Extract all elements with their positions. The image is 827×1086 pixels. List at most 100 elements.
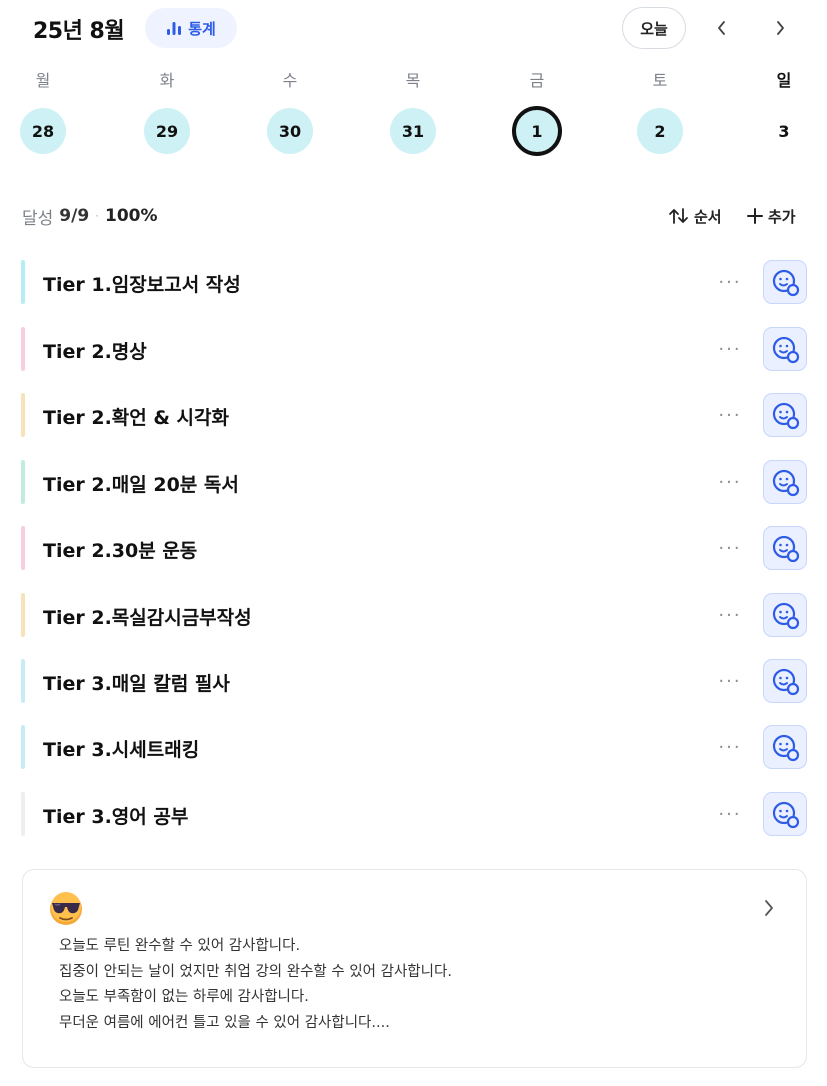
order-button[interactable]: 순서 <box>668 202 722 230</box>
routine-title[interactable]: Tier 2.확언 & 시각화 <box>43 403 229 430</box>
routine-item[interactable]: Tier 2.확언 & 시각화 ··· <box>0 391 827 439</box>
add-reaction-button[interactable] <box>763 659 807 703</box>
add-reaction-button[interactable] <box>763 260 807 304</box>
more-options-button[interactable]: ··· <box>712 599 748 631</box>
sort-arrows-icon <box>669 208 688 224</box>
day-name: 일 <box>776 71 792 90</box>
gratitude-line: 집중이 안되는 날이 었지만 취업 강의 완수할 수 있어 감사합니다. <box>59 963 452 980</box>
day-name: 목 <box>405 71 421 90</box>
add-reaction-button[interactable] <box>763 393 807 437</box>
gratitude-text: 오늘도 루틴 완수할 수 있어 감사합니다. 집중이 안되는 날이 었지만 취업… <box>59 934 452 1036</box>
header: 25년 8월 통계 오늘 <box>0 0 827 56</box>
month-title: 25년 8월 <box>33 19 125 44</box>
chevron-right-icon <box>777 21 784 35</box>
more-options-button[interactable]: ··· <box>712 731 748 763</box>
day-name: 금 <box>529 71 545 90</box>
day-column-wed[interactable]: 수 30 <box>260 66 320 166</box>
gratitude-line: 오늘도 루틴 완수할 수 있어 감사합니다. <box>59 938 301 954</box>
prev-week-button[interactable] <box>706 12 738 44</box>
day-date-selected[interactable]: 1 <box>512 106 562 156</box>
more-options-button[interactable]: ··· <box>712 798 748 830</box>
day-date[interactable]: 28 <box>20 108 66 154</box>
day-name: 월 <box>35 71 51 90</box>
routine-item[interactable]: Tier 2.30분 운동 ··· <box>0 524 827 572</box>
routine-color-bar <box>21 260 25 304</box>
add-reaction-button[interactable] <box>763 725 807 769</box>
day-name: 토 <box>652 71 668 90</box>
routine-item[interactable]: Tier 3.매일 칼럼 필사 ··· <box>0 657 827 705</box>
routine-title[interactable]: Tier 2.30분 운동 <box>43 536 197 563</box>
plus-icon <box>747 208 763 224</box>
more-options-button[interactable]: ··· <box>712 266 748 298</box>
routine-color-bar <box>21 393 25 437</box>
add-reaction-button[interactable] <box>763 792 807 836</box>
routine-title[interactable]: Tier 2.매일 20분 독서 <box>43 470 239 497</box>
achievement-label: 달성 <box>22 208 54 229</box>
day-column-fri[interactable]: 금 1 <box>507 66 567 166</box>
smiley-add-icon <box>772 668 800 696</box>
routine-item[interactable]: Tier 3.시세트래킹 ··· <box>0 723 827 771</box>
routine-title[interactable]: Tier 2.목실감시금부작성 <box>43 603 252 630</box>
day-date[interactable]: 31 <box>390 108 436 154</box>
more-options-button[interactable]: ··· <box>712 399 748 431</box>
smiley-add-icon <box>772 469 800 497</box>
routine-title[interactable]: Tier 3.영어 공부 <box>43 802 188 829</box>
smiley-add-icon <box>772 801 800 829</box>
day-column-tue[interactable]: 화 29 <box>137 66 197 166</box>
add-button[interactable]: 추가 <box>746 202 796 230</box>
chevron-right-icon[interactable] <box>759 896 779 920</box>
day-date[interactable]: 29 <box>144 108 190 154</box>
more-options-button[interactable]: ··· <box>712 532 748 564</box>
stats-label: 통계 <box>188 19 216 38</box>
routine-item[interactable]: Tier 2.매일 20분 독서 ··· <box>0 458 827 506</box>
achievement-count: 9/9 <box>59 206 90 226</box>
gratitude-card[interactable]: 오늘도 루틴 완수할 수 있어 감사합니다. 집중이 안되는 날이 었지만 취업… <box>22 869 807 1068</box>
add-reaction-button[interactable] <box>763 593 807 637</box>
achievement-summary: 달성 9/9 · 100% <box>22 202 158 230</box>
routine-title[interactable]: Tier 3.매일 칼럼 필사 <box>43 669 230 696</box>
add-reaction-button[interactable] <box>763 327 807 371</box>
smiley-add-icon <box>772 602 800 630</box>
summary-separator: · <box>95 209 99 223</box>
smiley-add-icon <box>772 402 800 430</box>
routine-item[interactable]: Tier 3.영어 공부 ··· <box>0 790 827 838</box>
day-column-sun[interactable]: 일 3 <box>754 66 814 166</box>
add-label: 추가 <box>768 207 796 226</box>
add-reaction-button[interactable] <box>763 460 807 504</box>
day-date[interactable]: 2 <box>637 108 683 154</box>
day-name: 화 <box>159 71 175 90</box>
routine-item[interactable]: Tier 1.임장보고서 작성 ··· <box>0 258 827 306</box>
gratitude-line: 오늘도 부족함이 없는 하루에 감사합니다. <box>59 989 309 1005</box>
routine-title[interactable]: Tier 3.시세트래킹 <box>43 735 199 762</box>
stats-button[interactable]: 통계 <box>145 8 237 48</box>
smiley-add-icon <box>772 734 800 762</box>
day-column-thu[interactable]: 목 31 <box>383 66 443 166</box>
day-column-sat[interactable]: 토 2 <box>630 66 690 166</box>
smiley-add-icon <box>772 535 800 563</box>
routine-item[interactable]: Tier 2.명상 ··· <box>0 325 827 373</box>
week-strip: 월 28 화 29 수 30 목 31 금 1 토 2 일 3 <box>0 66 827 166</box>
add-reaction-button[interactable] <box>763 526 807 570</box>
smiley-add-icon <box>772 336 800 364</box>
cool-sunglasses-emoji-icon <box>50 892 82 925</box>
routine-title[interactable]: Tier 1.임장보고서 작성 <box>43 270 241 297</box>
smiley-add-icon <box>772 269 800 297</box>
routine-color-bar <box>21 593 25 637</box>
routine-item[interactable]: Tier 2.목실감시금부작성 ··· <box>0 591 827 639</box>
day-column-mon[interactable]: 월 28 <box>13 66 73 166</box>
day-date[interactable]: 30 <box>267 108 313 154</box>
today-button[interactable]: 오늘 <box>622 7 686 49</box>
routine-color-bar <box>21 327 25 371</box>
routine-color-bar <box>21 659 25 703</box>
routine-color-bar <box>21 725 25 769</box>
achievement-percent: 100% <box>104 206 158 226</box>
routine-title[interactable]: Tier 2.명상 <box>43 337 147 364</box>
more-options-button[interactable]: ··· <box>712 466 748 498</box>
more-options-button[interactable]: ··· <box>712 333 748 365</box>
routine-color-bar <box>21 460 25 504</box>
more-options-button[interactable]: ··· <box>712 665 748 697</box>
day-date[interactable]: 3 <box>761 108 807 154</box>
next-week-button[interactable] <box>764 12 796 44</box>
day-name: 수 <box>282 71 298 90</box>
order-label: 순서 <box>694 207 722 226</box>
